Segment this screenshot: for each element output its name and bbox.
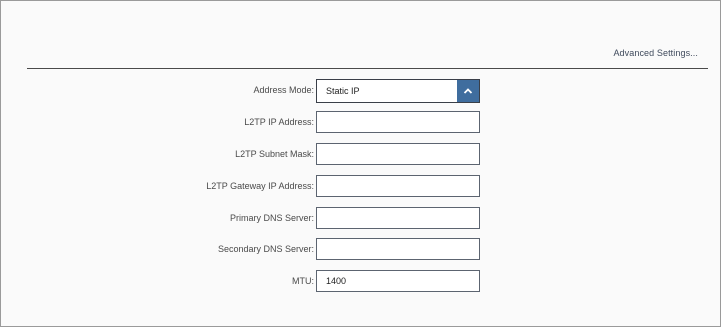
l2tp-subnet-mask-row: L2TP Subnet Mask:	[0, 143, 721, 167]
chevron-up-icon[interactable]	[457, 80, 479, 102]
l2tp-ip-address-row: L2TP IP Address:	[0, 111, 721, 135]
l2tp-gateway-ip-label: L2TP Gateway IP Address:	[206, 181, 314, 191]
l2tp-subnet-mask-input[interactable]	[316, 143, 480, 165]
primary-dns-row: Primary DNS Server:	[0, 207, 721, 231]
primary-dns-input[interactable]	[316, 207, 480, 229]
l2tp-gateway-ip-row: L2TP Gateway IP Address:	[0, 175, 721, 199]
address-mode-row: Address Mode: Static IP	[0, 79, 721, 103]
secondary-dns-label: Secondary DNS Server:	[217, 244, 314, 254]
primary-dns-label: Primary DNS Server:	[229, 213, 314, 223]
l2tp-ip-address-input[interactable]	[316, 111, 480, 133]
l2tp-gateway-ip-input[interactable]	[316, 175, 480, 197]
address-mode-select[interactable]: Static IP	[316, 79, 480, 103]
secondary-dns-input[interactable]	[316, 238, 480, 260]
mtu-input[interactable]	[316, 270, 480, 292]
l2tp-ip-address-label: L2TP IP Address:	[244, 117, 314, 127]
l2tp-settings-form: Address Mode: Static IP L2TP IP Address:…	[0, 0, 721, 327]
mtu-label: MTU:	[292, 276, 314, 286]
address-mode-value: Static IP	[326, 86, 360, 96]
l2tp-subnet-mask-label: L2TP Subnet Mask:	[235, 149, 314, 159]
address-mode-label: Address Mode:	[253, 85, 314, 95]
mtu-row: MTU:	[0, 270, 721, 294]
secondary-dns-row: Secondary DNS Server:	[0, 238, 721, 262]
